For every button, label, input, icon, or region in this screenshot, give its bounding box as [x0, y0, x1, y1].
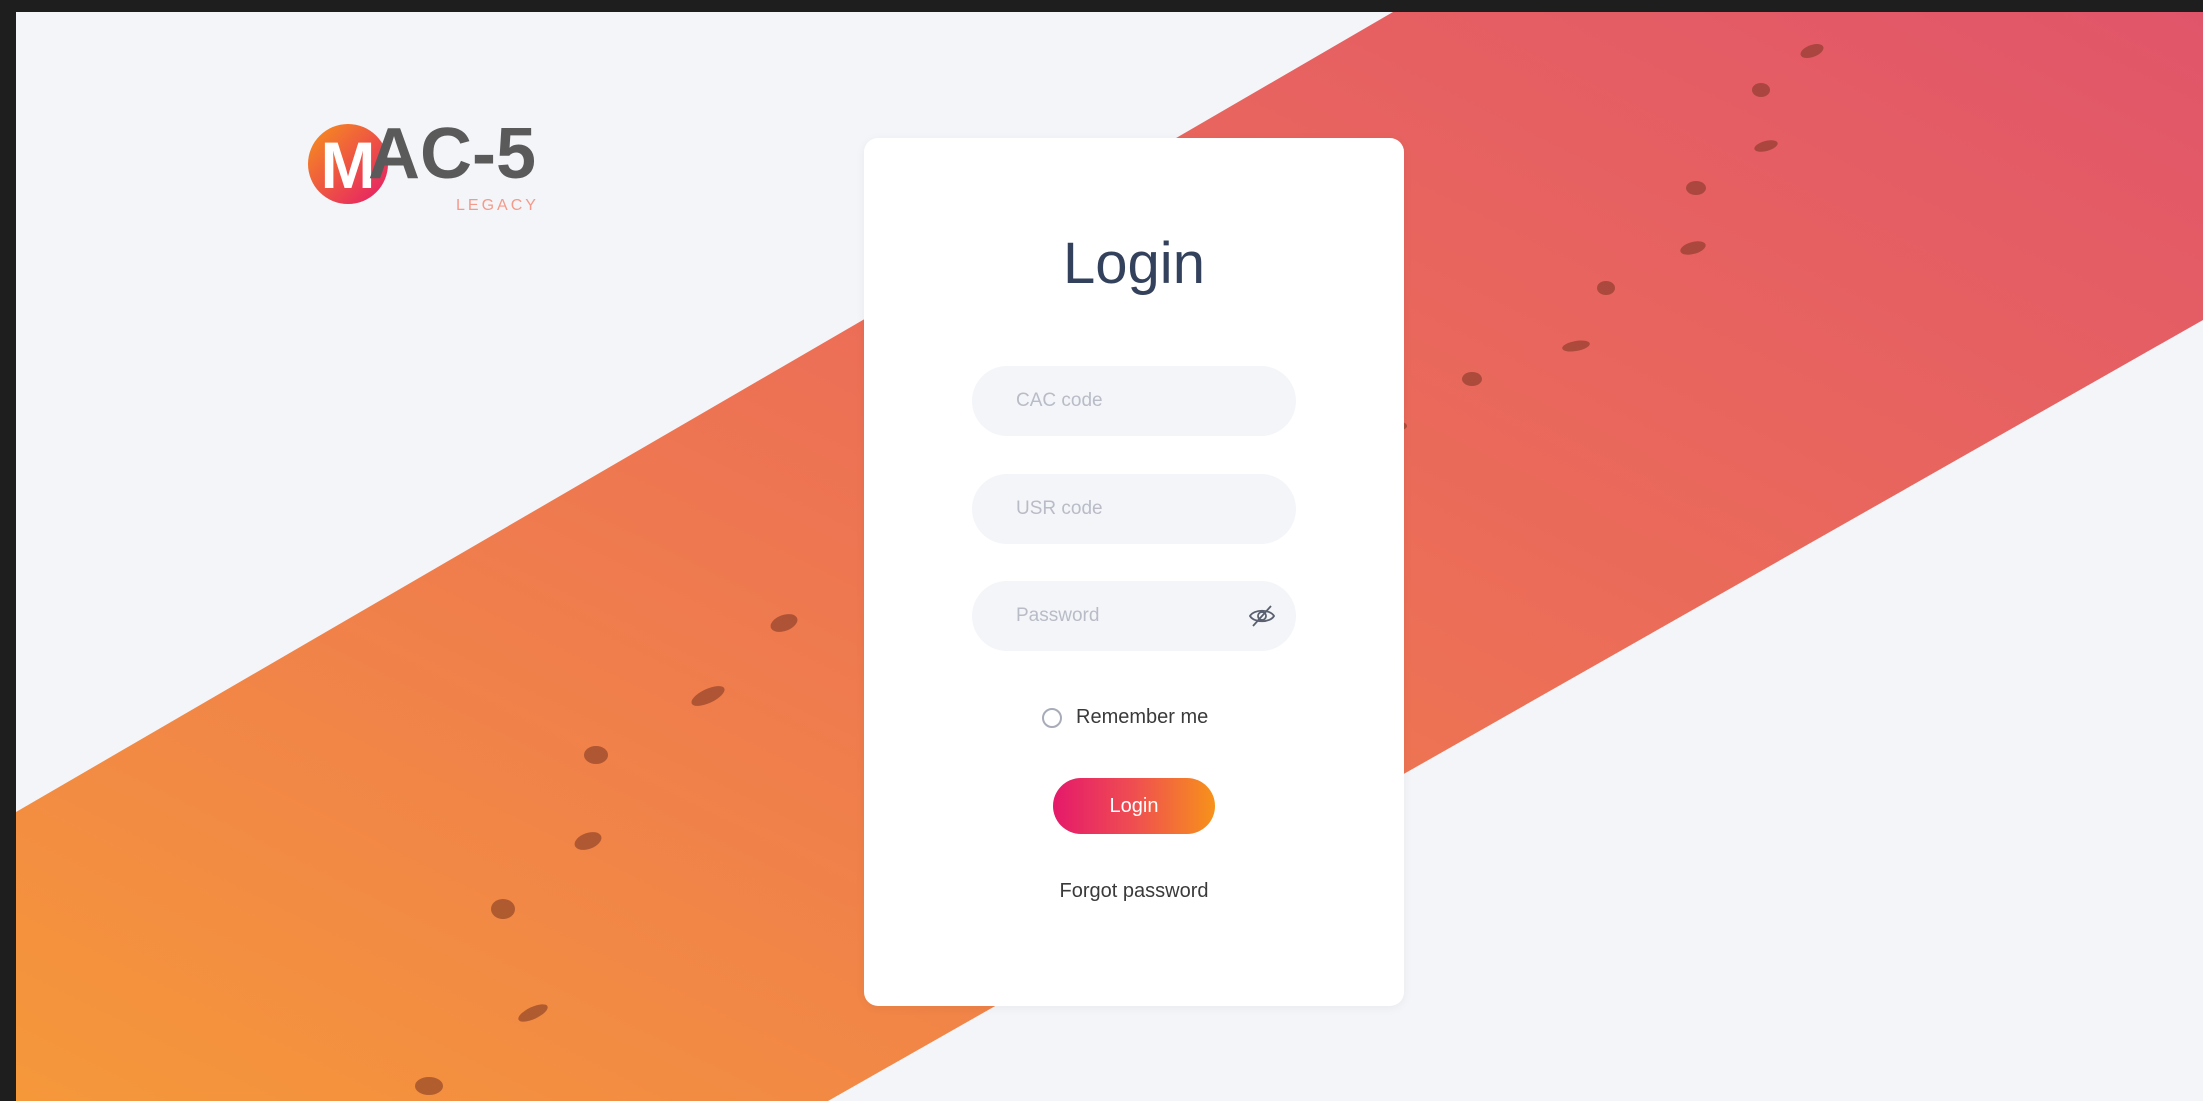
usr-code-input[interactable] [972, 474, 1296, 544]
forgot-password-link[interactable]: Forgot password [864, 880, 1404, 903]
login-page: M AC-5 LEGACY Login Remember me Login Fo… [16, 12, 2203, 1101]
eye-slash-icon[interactable] [1248, 603, 1276, 629]
password-field[interactable] [972, 581, 1296, 651]
logo-wordmark: AC-5 [368, 114, 537, 194]
usr-code-field[interactable] [972, 474, 1296, 544]
cac-code-field[interactable] [972, 366, 1296, 436]
remember-me-label: Remember me [1076, 706, 1209, 728]
login-button[interactable]: Login [1053, 778, 1215, 834]
window-top-bar [0, 0, 2203, 12]
login-title: Login [1063, 231, 1205, 296]
mac5-logo: M AC-5 LEGACY [308, 114, 578, 224]
window-left-bar [0, 0, 16, 1101]
cac-code-input[interactable] [972, 366, 1296, 436]
remember-me-checkbox[interactable] [1042, 708, 1062, 728]
login-card: Login Remember me Login Forgot password [864, 138, 1404, 1006]
logo-subtitle: LEGACY [456, 197, 539, 214]
